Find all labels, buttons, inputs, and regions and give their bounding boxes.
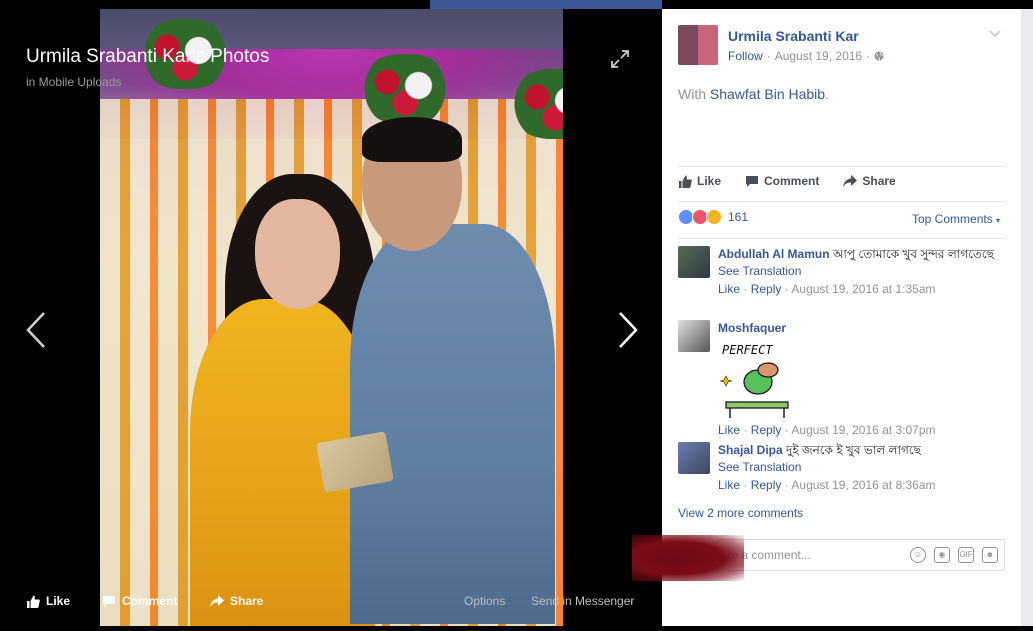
comment-reply-link[interactable]: Reply (751, 478, 782, 492)
with-label: With (678, 86, 706, 102)
divider (678, 201, 1006, 202)
comment-time[interactable]: August 19, 2016 at 8:36am (791, 478, 935, 492)
caret-down-icon: ▾ (996, 216, 1001, 225)
follow-link[interactable]: Follow (728, 49, 763, 63)
comment-input-icons: ☺ ◉ GIF ☻ (910, 547, 998, 563)
commenter-name[interactable]: Shajal Dipa (718, 443, 783, 457)
chevron-down-icon[interactable] (989, 29, 1001, 39)
with-suffix: . (825, 86, 829, 102)
photo-title[interactable]: Urmila Srabanti Kar's Photos (26, 46, 269, 68)
photo-flowers (360, 54, 450, 124)
comment-text: আপু তোমাকে খুব সুন্দর লাগতেছে (832, 247, 995, 261)
comment-meta: Like · Reply · August 19, 2016 at 3:07pm (718, 423, 936, 437)
thumbs-up-icon (679, 175, 692, 188)
photo-person (362, 117, 462, 162)
comment-time[interactable]: August 19, 2016 at 3:07pm (791, 423, 935, 437)
share-icon (843, 175, 858, 187)
comment-meta: Like · Reply · August 19, 2016 at 8:36am (718, 478, 936, 492)
tagged-person-link[interactable]: Shawfat Bin Habib (710, 86, 825, 102)
photo-person (350, 224, 555, 624)
page-edge (1021, 9, 1033, 626)
comment-label: Comment (764, 174, 820, 188)
emoji-icon[interactable]: ☺ (910, 547, 926, 563)
comment-like-link[interactable]: Like (718, 478, 740, 492)
reaction-summary[interactable]: 161 (678, 209, 748, 225)
post-date[interactable]: August 19, 2016 (775, 49, 862, 63)
sticker-icon[interactable]: ☻ (982, 547, 998, 563)
perfect-sticker[interactable]: PERFECT (718, 340, 793, 420)
wow-reaction-icon (706, 209, 722, 225)
see-translation-link[interactable]: See Translation (718, 263, 998, 279)
options-label: Options (464, 594, 506, 608)
comment-icon (103, 595, 115, 607)
comment-icon (746, 175, 759, 187)
sticker-text: PERFECT (722, 343, 773, 357)
photo-comment-button[interactable]: Comment (102, 594, 177, 608)
commenter-avatar[interactable] (678, 442, 710, 474)
divider (678, 166, 1006, 167)
comment-meta: Like · Reply · August 19, 2016 at 1:35am (718, 282, 936, 296)
comment-text: দুই জনকে ই খুব ভাল লাগছে (786, 443, 921, 457)
author-avatar[interactable] (678, 25, 718, 65)
previous-arrow-icon[interactable] (24, 309, 48, 351)
author-name[interactable]: Urmila Srabanti Kar (728, 28, 859, 44)
photo-share-button[interactable]: Share (210, 594, 263, 608)
camera-icon[interactable]: ◉ (934, 547, 950, 563)
commenter-name[interactable]: Moshfaquer (718, 321, 786, 335)
with-line: With Shawfat Bin Habib. (678, 86, 829, 102)
expand-icon[interactable] (610, 49, 630, 69)
meta-separator: · (766, 49, 771, 63)
commenter-name[interactable]: Abdullah Al Mamun (718, 247, 830, 261)
comment-like-link[interactable]: Like (718, 423, 740, 437)
photo[interactable] (100, 9, 563, 626)
options-button[interactable]: Options (464, 594, 505, 608)
album-link[interactable]: in Mobile Uploads (26, 75, 121, 89)
thumbs-up-icon (27, 595, 40, 608)
post-meta: Follow · August 19, 2016 · (728, 49, 884, 63)
photo-share-label: Share (230, 594, 264, 608)
view-more-comments-link[interactable]: View 2 more comments (678, 506, 803, 520)
commenter-avatar[interactable] (678, 320, 710, 352)
photo-viewer: Urmila Srabanti Kar's Photos in Mobile U… (0, 0, 1033, 631)
divider (678, 238, 1006, 239)
photo-like-label: Like (46, 594, 71, 608)
comment-reply-link[interactable]: Reply (751, 423, 782, 437)
photo-comment-label: Comment (122, 594, 178, 608)
share-label: Share (862, 174, 896, 188)
photo-like-button[interactable]: Like (26, 594, 70, 608)
commenter-avatar[interactable] (678, 246, 710, 278)
globe-icon[interactable] (874, 51, 884, 61)
send-in-messenger-button[interactable]: Send in Messenger (531, 594, 634, 608)
photo-action-bar: Like Comment Share Options Send in Messe… (0, 584, 662, 624)
reaction-count[interactable]: 161 (728, 210, 748, 224)
comment-time[interactable]: August 19, 2016 at 1:35am (791, 282, 935, 296)
photo-person (255, 199, 340, 309)
share-icon (210, 595, 224, 607)
comment-button[interactable]: Comment (745, 174, 819, 188)
header-strip (430, 0, 662, 9)
post-actions: Like Comment Share (678, 174, 896, 188)
see-translation-link[interactable]: See Translation (718, 459, 998, 475)
gif-icon[interactable]: GIF (958, 547, 974, 563)
like-label: Like (697, 174, 722, 188)
comment-sort-dropdown[interactable]: Top Comments ▾ (912, 212, 1000, 226)
comment-reply-link[interactable]: Reply (751, 282, 782, 296)
share-button[interactable]: Share (843, 174, 896, 188)
sort-label: Top Comments (912, 212, 993, 226)
send-label: Send in Messenger (531, 594, 635, 608)
redaction-mark (632, 535, 744, 581)
post-panel: Urmila Srabanti Kar Follow · August 19, … (662, 9, 1021, 626)
comment-body: Abdullah Al Mamun আপু তোমাকে খুব সুন্দর … (718, 246, 998, 297)
meta-separator: · (866, 49, 871, 63)
comment-body: Shajal Dipa দুই জনকে ই খুব ভাল লাগছে See… (718, 442, 998, 493)
comment-body: Moshfaquer PERFECT Like · Reply · August… (718, 320, 998, 438)
like-button[interactable]: Like (678, 174, 721, 188)
photo-stage: Urmila Srabanti Kar's Photos in Mobile U… (0, 9, 662, 626)
next-arrow-icon[interactable] (616, 309, 640, 351)
comment-like-link[interactable]: Like (718, 282, 740, 296)
comment-input[interactable]: te a comment... ☺ ◉ GIF ☻ (717, 539, 1005, 571)
